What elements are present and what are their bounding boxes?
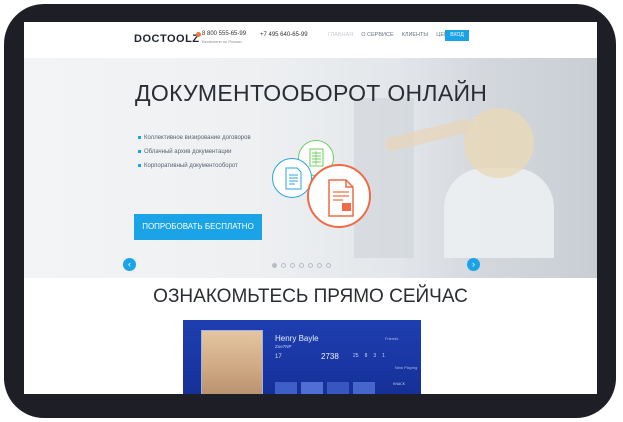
slider-dot[interactable] [317,263,322,268]
slider-dot[interactable] [281,263,286,268]
slider-dot[interactable] [290,263,295,268]
profile-id: Zoe7NP [275,344,292,349]
slider-next-arrow-icon[interactable]: › [467,258,480,271]
game-tile [301,382,323,394]
phone-free: 8 800 555-65-99 Бесплатно по России [202,31,246,45]
trophy-counts: 25 8 3 1 [353,353,385,359]
background-person-body [444,168,554,258]
news-label: New Playing [395,365,418,370]
slider-dot[interactable] [326,263,331,268]
nav-item-clients[interactable]: КЛИЕНТЫ [402,32,429,38]
hero-slider: ДОКУМЕНТООБОРОТ ОНЛАЙН Коллективное визи… [24,58,597,278]
slider-pagination [272,263,331,268]
web-page: DOCTOOLZ 8 800 555-65-99 Бесплатно по Ро… [24,22,597,394]
slider-dot[interactable] [299,263,304,268]
try-free-button[interactable]: ПОПРОБОВАТЬ БЕСПЛАТНО [134,214,262,240]
logo[interactable]: DOCTOOLZ [134,33,200,45]
profile-name: Henry Bayle [275,334,319,343]
feature-item: Коллективное визирование договоров [138,131,251,145]
game-tile [327,382,349,394]
hero-title: ДОКУМЕНТООБОРОТ ОНЛАЙН [135,80,488,106]
phone-icon [196,32,201,37]
main-nav: ГЛАВНАЯ О СЕРВИСЕ КЛИЕНТЫ ЦЕНЫ [328,32,453,38]
feature-item: Корпоративный документооборот [138,159,251,173]
nav-item-home[interactable]: ГЛАВНАЯ [328,32,353,38]
profile-score: 2738 [321,352,339,361]
game-label: KNACK [393,382,406,386]
demo-screenshot[interactable]: Henry Bayle Zoe7NP 17 2738 25 8 3 1 Frie… [183,320,421,394]
login-button[interactable]: ВХОД [445,30,469,41]
site-header: DOCTOOLZ 8 800 555-65-99 Бесплатно по Ро… [24,22,597,58]
profile-level: 17 [275,354,282,360]
trophy-count: 3 [373,353,377,359]
slider-dot[interactable] [272,263,277,268]
slider-dot[interactable] [308,263,313,268]
trophy-count: 8 [364,353,368,359]
slider-prev-arrow-icon[interactable]: ‹ [123,258,136,271]
phone-free-caption: Бесплатно по России [202,39,242,44]
trophy-count: 1 [382,353,385,359]
nav-item-about[interactable]: О СЕРВИСЕ [361,32,393,38]
pdf-document-icon [307,164,371,228]
document-icon [272,158,312,198]
feature-item: Облачный архив документации [138,145,251,159]
friends-label: Friends [385,336,399,341]
section-title: ОЗНАКОМЬТЕСЬ ПРЯМО СЕЙЧАС [153,286,468,307]
feature-list: Коллективное визирование договоров Облач… [138,131,251,173]
phone-free-number[interactable]: 8 800 555-65-99 [202,31,246,37]
background-person-head [464,108,534,178]
profile-photo [201,330,263,394]
phone-moscow[interactable]: +7 495 640-65-99 [260,32,308,38]
game-tile [275,382,297,394]
trophy-count: 25 [353,353,359,359]
game-tile [353,382,375,394]
